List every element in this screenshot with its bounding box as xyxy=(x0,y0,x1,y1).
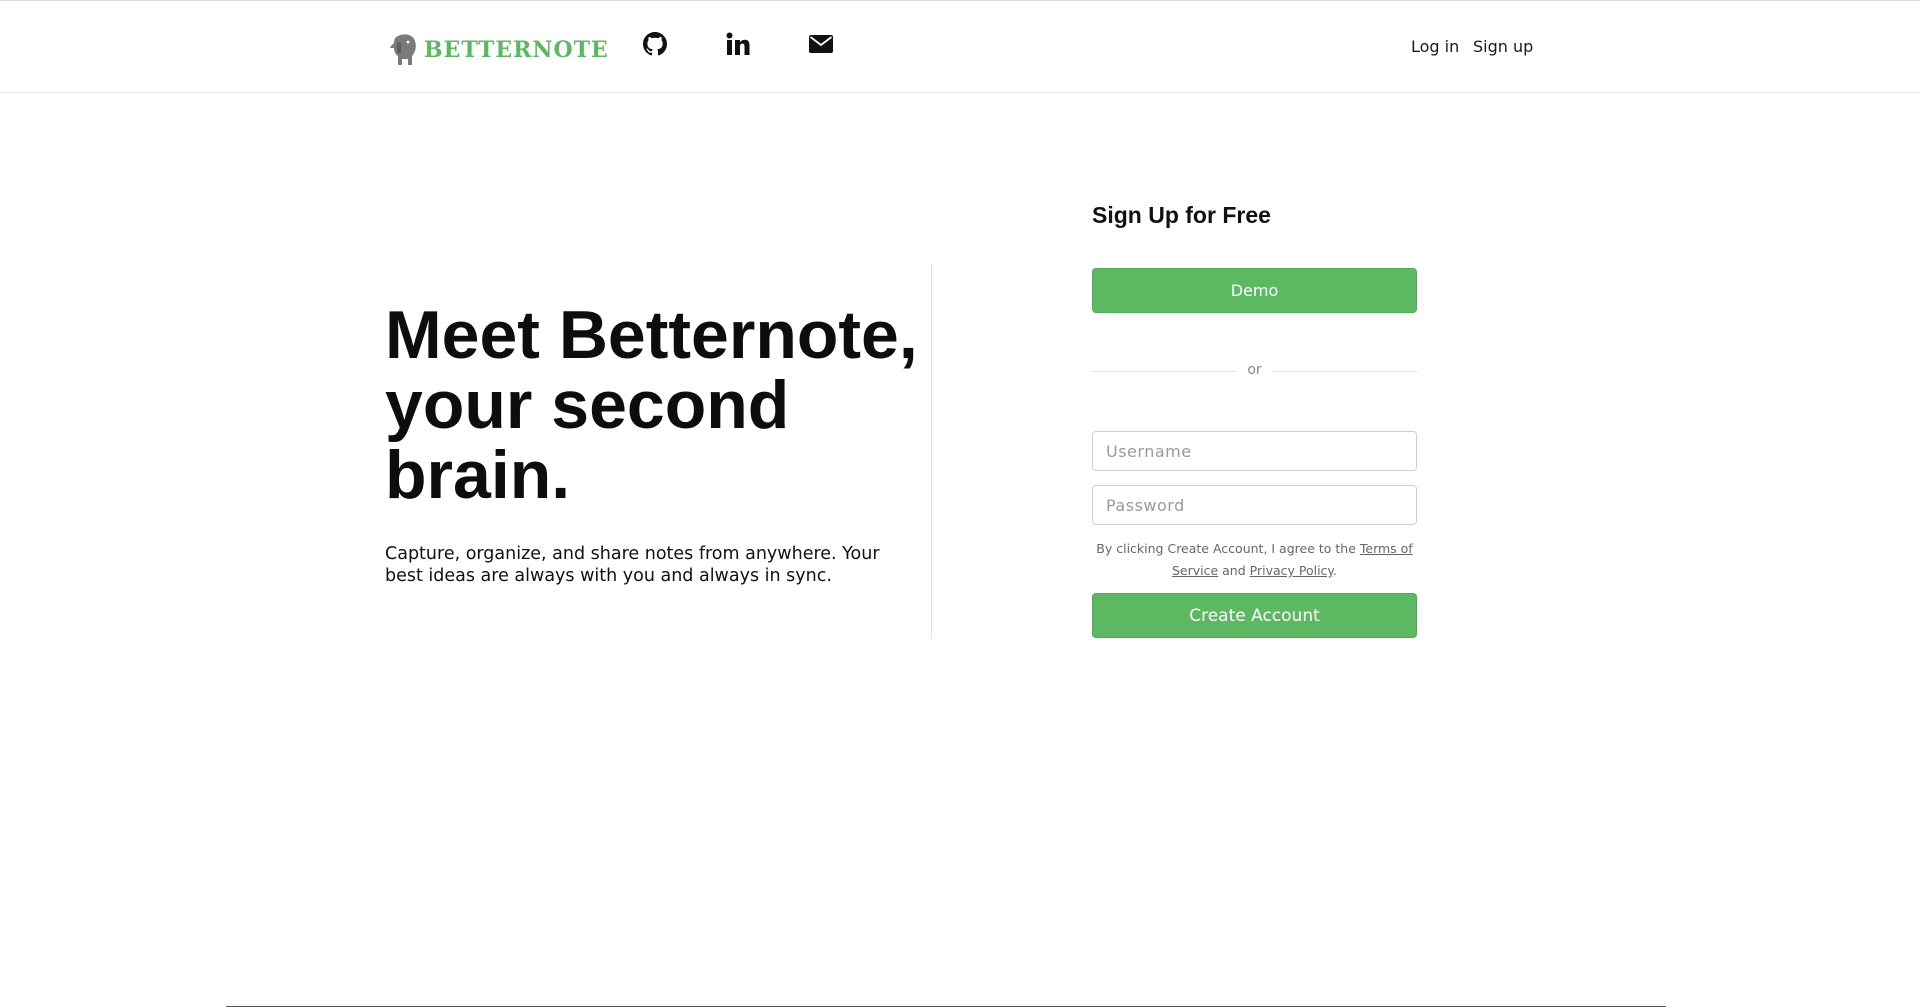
username-input[interactable] xyxy=(1092,431,1417,471)
linkedin-icon xyxy=(726,32,750,55)
login-link[interactable]: Log in xyxy=(1411,37,1459,56)
brand-logo[interactable]: BETTERNOTE xyxy=(388,31,609,69)
terms-suffix: . xyxy=(1333,563,1338,578)
hero-subtitle: Capture, organize, and share notes from … xyxy=(385,544,880,586)
hero-title-line: your second xyxy=(385,367,790,443)
hero-title: Meet Betternote, your second brain. xyxy=(385,300,925,510)
password-input[interactable] xyxy=(1092,485,1417,525)
hero-title-line: brain. xyxy=(385,437,571,513)
linkedin-link[interactable] xyxy=(724,30,752,58)
terms-middle: and xyxy=(1218,563,1250,578)
envelope-icon xyxy=(809,35,833,53)
footer-border xyxy=(226,1006,1666,1007)
brand-name: BETTERNOTE xyxy=(424,37,609,63)
site-header: BETTERNOTE Log in Sign up xyxy=(0,1,1920,93)
elephant-logo-icon xyxy=(390,34,416,65)
vertical-divider xyxy=(931,264,932,639)
divider-line xyxy=(1272,371,1417,372)
terms-prefix: By clicking Create Account, I agree to t… xyxy=(1096,541,1360,556)
form-title: Sign Up for Free xyxy=(1092,202,1271,228)
github-link[interactable] xyxy=(641,30,669,58)
hero-title-line: Meet Betternote, xyxy=(385,297,918,373)
terms-notice: By clicking Create Account, I agree to t… xyxy=(1092,538,1417,582)
signup-link[interactable]: Sign up xyxy=(1473,37,1533,56)
privacy-policy-link[interactable]: Privacy Policy xyxy=(1250,563,1333,578)
github-icon xyxy=(643,32,667,56)
demo-button[interactable]: Demo xyxy=(1092,268,1417,313)
email-link[interactable] xyxy=(807,30,835,58)
or-divider: or xyxy=(1092,361,1417,381)
create-account-button[interactable]: Create Account xyxy=(1092,593,1417,638)
or-label: or xyxy=(1247,362,1262,378)
